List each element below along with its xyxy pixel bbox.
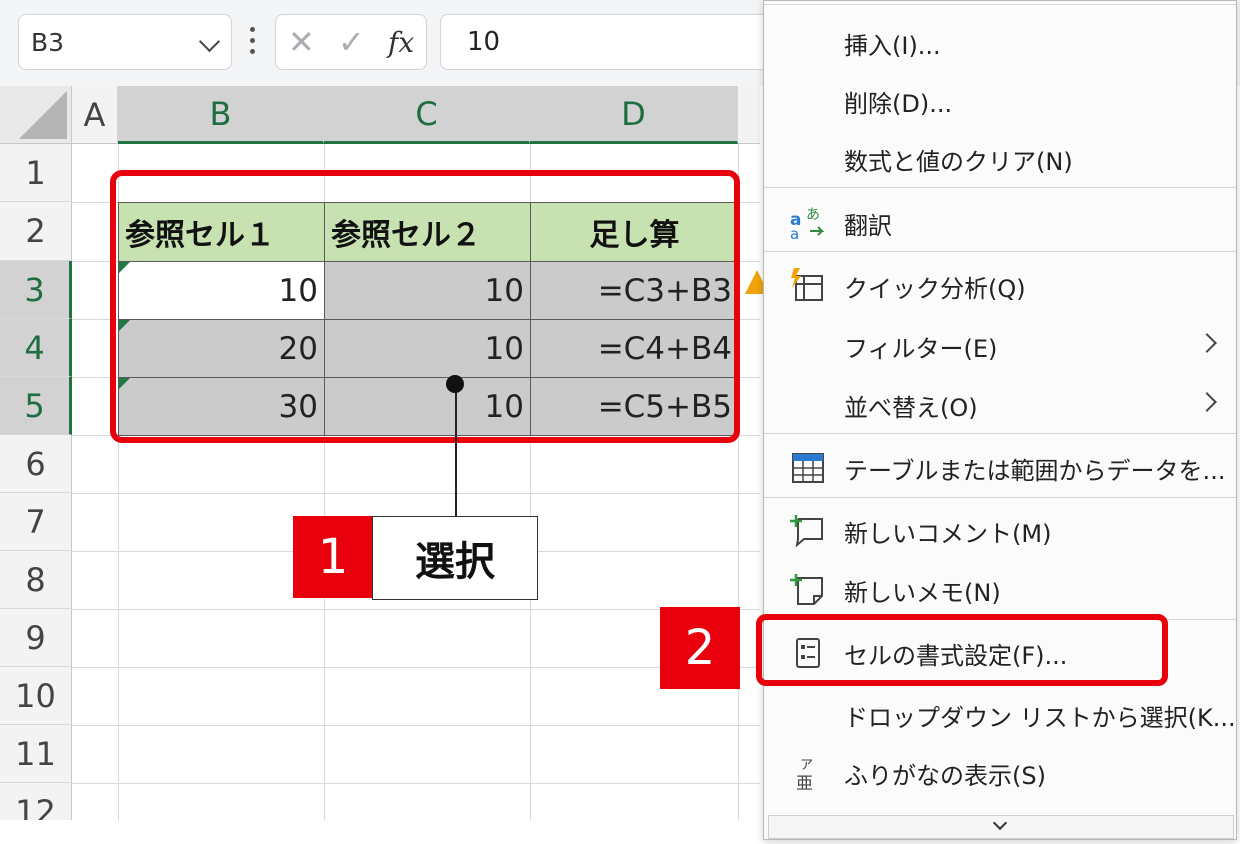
menu-item-label: 削除(D)... [844,90,953,118]
select-all-button[interactable] [0,86,72,144]
svg-text:亜: 亜 [796,774,813,793]
column-header-b[interactable]: B [118,86,324,144]
menu-item-label: 翻訳 [844,212,892,240]
menu-item-label: ふりがなの表示(S) [844,762,1046,790]
gridline [72,493,760,494]
chevron-right-icon [1197,392,1217,412]
svg-text:ア: ア [800,758,813,773]
more-options-icon[interactable] [250,27,256,55]
menu-item-table-from-range[interactable]: テーブルまたは範囲からデータを... [764,438,1236,496]
translate-icon: a あ a [788,203,828,243]
context-menu: 挿入(I)... 削除(D)... 数式と値のクリア(N) a あ a 翻訳 ク… [763,0,1237,840]
menu-item-label: テーブルまたは範囲からデータを... [844,457,1226,485]
menu-item-new-note[interactable]: 新しいメモ(N) [764,560,1236,618]
gridline [72,783,760,784]
menu-item-label: クイック分析(Q) [844,275,1026,303]
menu-separator [764,187,1236,188]
table-icon [788,448,828,488]
formula-value: 10 [467,27,501,57]
chevron-right-icon [1197,333,1217,353]
gridline [72,725,760,726]
row-header-11[interactable]: 11 [0,725,72,783]
menu-separator [764,433,1236,434]
row-header-4[interactable]: 4 [0,319,72,377]
selection-highlight [110,170,740,443]
enter-icon[interactable]: ✓ [338,23,365,61]
row-header-10[interactable]: 10 [0,667,72,725]
name-box-value: B3 [31,28,65,57]
new-comment-icon [788,511,828,551]
step-1-badge: 1 [293,516,373,598]
chevron-down-icon [992,815,1008,831]
row-header-3[interactable]: 3 [0,261,72,319]
menu-separator [764,497,1236,498]
menu-item-dropdown-list[interactable]: ドロップダウン リストから選択(K... [764,685,1236,743]
menu-item-label: 数式と値のクリア(N) [844,148,1073,176]
row-header-6[interactable]: 6 [0,435,72,493]
menu-item-label: 挿入(I)... [844,32,941,60]
menu-separator [764,4,1236,5]
row-header-5[interactable]: 5 [0,377,72,435]
column-header-a[interactable]: A [72,86,118,144]
menu-item-show-furigana[interactable]: ア 亜 ふりがなの表示(S) [764,743,1236,801]
column-header-c[interactable]: C [324,86,530,144]
menu-item-translate[interactable]: a あ a 翻訳 [764,193,1236,251]
menu-item-label: 新しいメモ(N) [844,579,1001,607]
menu-item-clear-contents[interactable]: 数式と値のクリア(N) [764,129,1236,187]
column-header-e[interactable] [738,86,760,144]
quick-analysis-icon [788,266,828,306]
svg-text:あ: あ [806,207,820,223]
menu-item-label: 新しいコメント(M) [844,520,1052,548]
cancel-icon[interactable]: ✕ [288,23,315,61]
formula-input[interactable]: 10 [440,14,770,70]
svg-text:a: a [790,225,799,243]
chevron-down-icon[interactable] [198,30,221,53]
format-cells-highlight [756,614,1168,686]
name-box[interactable]: B3 [18,14,232,70]
menu-scroll-down[interactable] [768,815,1234,839]
column-header-d[interactable]: D [530,86,738,144]
row-header-2[interactable]: 2 [0,202,72,261]
gridline [72,609,760,610]
row-header-9[interactable]: 9 [0,609,72,667]
insert-function-icon[interactable]: fx [388,26,414,59]
menu-item-label: ドロップダウン リストから選択(K... [844,704,1236,732]
row-header-7[interactable]: 7 [0,493,72,551]
step-1-label: 選択 [372,516,538,600]
menu-item-quick-analysis[interactable]: クイック分析(Q) [764,256,1236,314]
menu-item-label: フィルター(E) [844,335,998,363]
new-note-icon [788,570,828,610]
gridline [72,667,760,668]
row-header-12[interactable]: 12 [0,783,72,820]
furigana-icon: ア 亜 [788,753,828,794]
menu-item-delete[interactable]: 削除(D)... [764,71,1236,129]
menu-item-sort[interactable]: 並べ替え(O) [764,375,1236,433]
menu-item-filter[interactable]: フィルター(E) [764,316,1236,374]
menu-item-label: 並べ替え(O) [844,394,978,422]
menu-separator [764,251,1236,252]
step-2-badge: 2 [660,607,740,689]
callout-line [455,384,457,518]
formula-buttons: ✕ ✓ fx [275,14,427,70]
callout-dot [446,375,464,393]
menu-item-insert[interactable]: 挿入(I)... [764,13,1236,71]
menu-item-new-comment[interactable]: 新しいコメント(M) [764,501,1236,559]
row-header-1[interactable]: 1 [0,144,72,202]
row-header-8[interactable]: 8 [0,551,72,609]
